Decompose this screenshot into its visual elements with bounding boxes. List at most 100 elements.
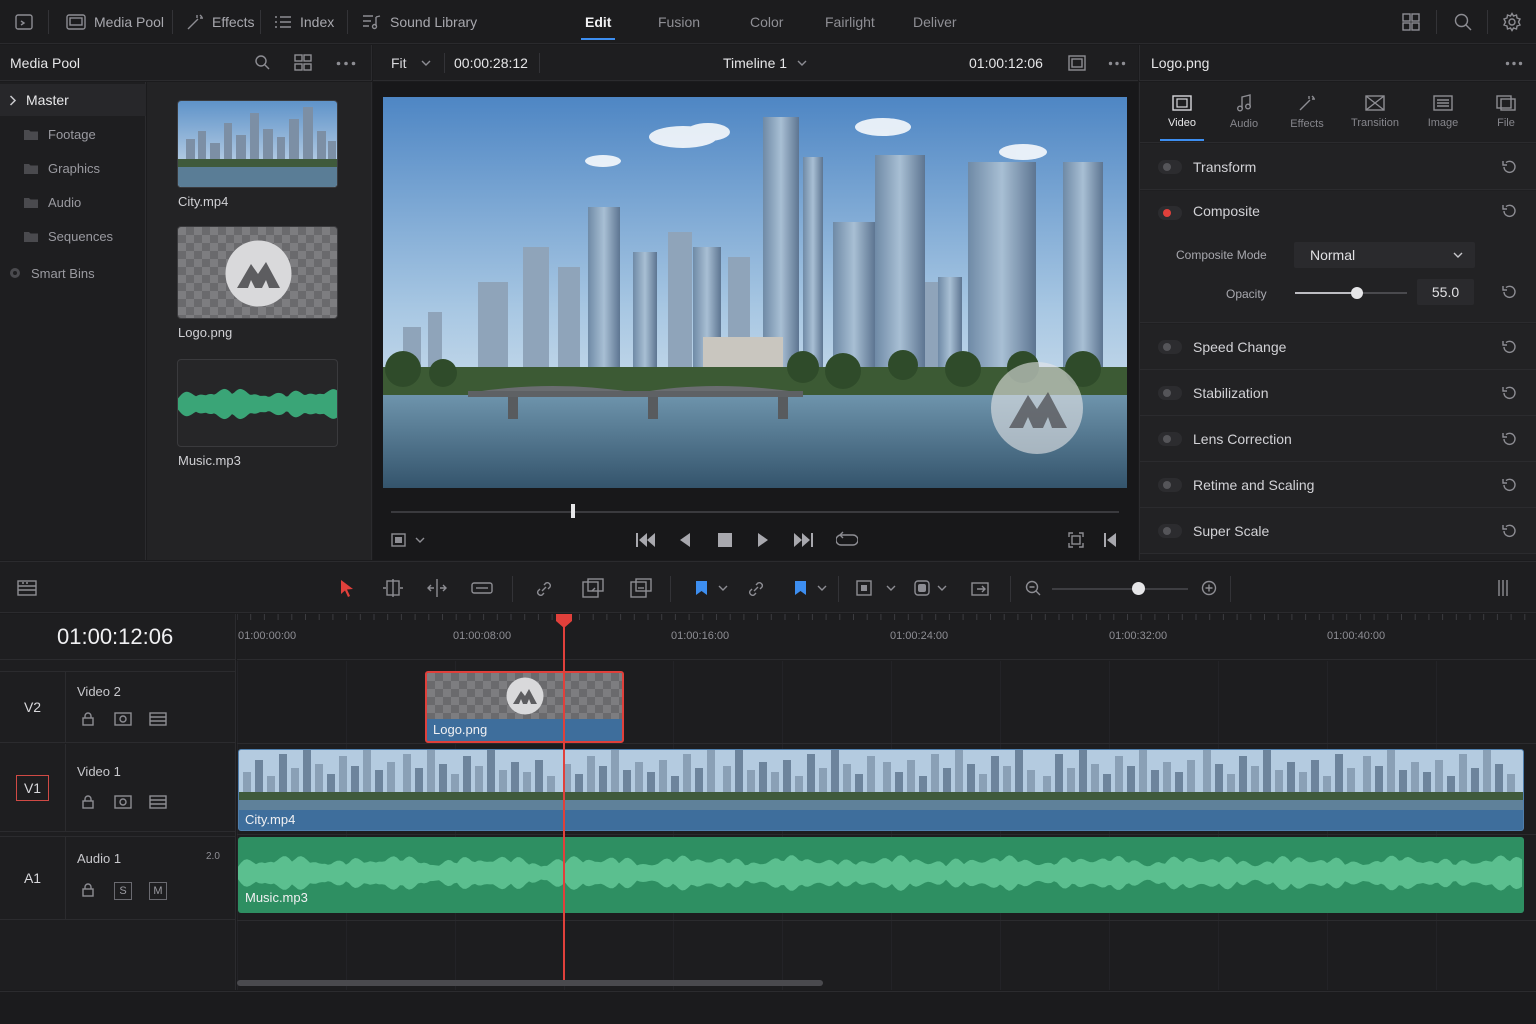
playhead-handle[interactable] [556,614,572,628]
clip-thumbnail-music[interactable] [177,359,338,447]
workspace-icon[interactable] [14,0,34,44]
composite-mode-select[interactable]: Normal [1294,242,1475,268]
timeline-scrollbar[interactable] [237,980,823,986]
stabilization-toggle[interactable] [1158,385,1182,400]
insert-clip-icon[interactable] [582,578,604,598]
overwrite-clip-icon[interactable] [630,578,652,598]
tab-video[interactable]: Video [1150,82,1214,142]
section-super-scale[interactable]: Super Scale [1140,508,1536,554]
lock-icon[interactable] [82,712,94,726]
track-id[interactable]: V1 [15,774,50,801]
dynamic-trim-icon[interactable] [426,579,448,597]
play-icon[interactable] [757,532,769,548]
timeline-zoom-slider[interactable] [1052,588,1188,590]
more-options-icon[interactable] [1108,61,1126,66]
timeline-clip-music[interactable]: Music.mp3 [238,837,1524,913]
clip-thumbnail-city[interactable] [177,100,338,188]
reset-icon[interactable] [1501,385,1517,401]
page-tab-fairlight[interactable]: Fairlight [825,0,875,44]
flag-icon[interactable] [694,580,728,596]
jump-to-end-icon[interactable] [793,532,813,548]
layout-grid-icon[interactable] [1401,0,1421,44]
bin-footage[interactable]: Footage [0,118,146,150]
timeline-zoom-handle[interactable] [1132,582,1145,595]
match-frame-icon[interactable] [1104,532,1116,548]
viewer-mode-icon[interactable] [391,533,425,547]
view-toggle-icon[interactable] [294,54,312,71]
lens-correction-toggle[interactable] [1158,431,1182,446]
search-icon[interactable] [254,54,271,71]
tab-file[interactable]: File [1474,82,1536,142]
section-transform[interactable]: Transform [1140,144,1536,190]
page-tab-fusion[interactable]: Fusion [658,0,700,44]
timeline-tracks[interactable]: 01:00:00:00 01:00:08:00 01:00:16:00 01:0… [237,614,1536,990]
reset-icon[interactable] [1501,339,1517,355]
bin-smart-bins[interactable]: Smart Bins [0,257,146,289]
bin-sequences[interactable]: Sequences [0,220,146,252]
stop-icon[interactable] [718,533,732,547]
tab-transition[interactable]: Transition [1343,82,1407,142]
page-tab-deliver[interactable]: Deliver [913,0,957,44]
reset-icon[interactable] [1501,284,1517,300]
page-tab-color[interactable]: Color [750,0,783,44]
viewer-scrubber[interactable] [391,511,1119,513]
section-stabilization[interactable]: Stabilization [1140,370,1536,416]
zoom-dropdown[interactable]: Fit [391,45,431,81]
viewer-layout-icon[interactable] [1068,55,1086,71]
selection-tool-icon[interactable] [340,579,354,597]
more-options-icon[interactable] [1505,61,1523,66]
reset-icon[interactable] [1501,477,1517,493]
trim-tool-icon[interactable] [382,579,404,597]
section-speed-change[interactable]: Speed Change [1140,324,1536,370]
video-preview[interactable] [383,97,1127,488]
track-enable-icon[interactable] [149,712,167,726]
search-icon[interactable] [1453,0,1473,44]
tab-effects[interactable]: Effects [1275,82,1339,142]
mute-button[interactable]: M [149,882,167,900]
loop-icon[interactable] [836,531,858,549]
index-button[interactable]: Index [274,0,334,44]
tab-audio[interactable]: Audio [1212,82,1276,142]
bin-audio[interactable]: Audio [0,186,146,218]
bin-master[interactable]: Master [0,84,146,116]
timeline-view-options-icon[interactable] [17,580,37,596]
auto-select-icon[interactable] [114,795,132,809]
lock-icon[interactable] [82,883,94,897]
retime-toggle[interactable] [1158,477,1182,492]
blade-tool-icon[interactable] [471,580,493,596]
section-retime-scaling[interactable]: Retime and Scaling [1140,462,1536,508]
reset-icon[interactable] [1501,523,1517,539]
reset-icon[interactable] [1501,159,1517,175]
section-lens-correction[interactable]: Lens Correction [1140,416,1536,462]
opacity-slider-handle[interactable] [1350,287,1363,299]
timeline-ruler[interactable]: 01:00:00:00 01:00:08:00 01:00:16:00 01:0… [237,614,1536,660]
playhead[interactable] [563,614,565,980]
more-options-icon[interactable] [336,61,356,66]
link-clip-icon[interactable] [747,580,765,598]
media-pool-button[interactable]: Media Pool [66,0,164,44]
link-icon[interactable] [535,580,553,598]
solo-button[interactable]: S [114,882,132,900]
timeline-selector[interactable]: Timeline 1 [723,45,807,81]
opacity-input[interactable]: 55.0 [1417,279,1474,305]
tab-image[interactable]: Image [1411,82,1475,142]
reset-icon[interactable] [1501,431,1517,447]
bin-graphics[interactable]: Graphics [0,152,146,184]
reset-icon[interactable] [1501,203,1517,219]
timeline-clip-logo[interactable]: Logo.png [425,671,624,743]
timeline-clip-city[interactable]: City.mp4 [238,749,1524,831]
composite-toggle[interactable] [1158,206,1182,220]
fullscreen-icon[interactable] [1068,532,1084,548]
speed-change-toggle[interactable] [1158,339,1182,354]
super-scale-toggle[interactable] [1158,523,1182,538]
auto-select-icon[interactable] [114,712,132,726]
snapping-icon[interactable] [856,580,896,596]
marker-icon[interactable] [793,580,827,596]
gear-icon[interactable] [1502,0,1522,44]
panel-options-icon[interactable] [1497,579,1509,597]
play-reverse-icon[interactable] [679,532,691,548]
jump-to-start-icon[interactable] [636,532,656,548]
sound-library-button[interactable]: Sound Library [362,0,477,44]
effects-button[interactable]: Effects [186,0,255,44]
clip-thumbnail-logo[interactable] [177,226,338,319]
